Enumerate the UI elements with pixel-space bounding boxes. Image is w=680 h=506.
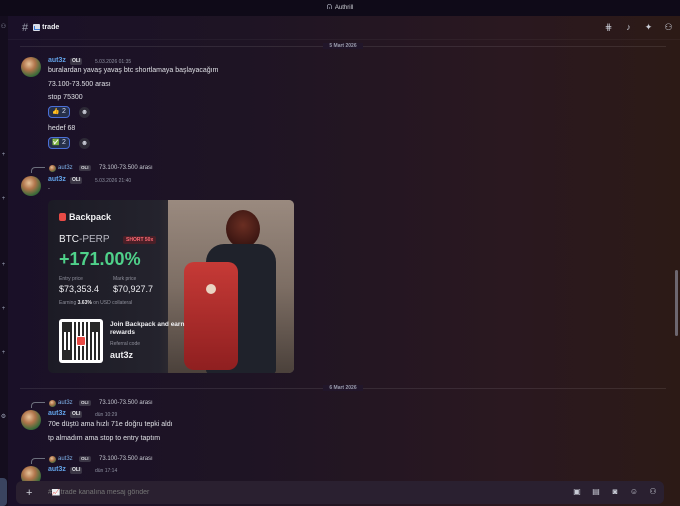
rail-plus-icon[interactable]: + [0, 152, 7, 159]
card-brand: Backpack [59, 212, 111, 222]
discord-window: ᕬ Authrill ⚇ + + + + + ⚙ # trade ⋕ ♪ ✦ ⚇… [0, 0, 680, 506]
reply-connector [31, 167, 45, 173]
message-author[interactable]: aut3z [48, 466, 66, 473]
backpack-logo-icon [59, 213, 66, 221]
mark-label: Mark price [113, 276, 137, 282]
avatar[interactable] [21, 57, 41, 77]
rail-plus-icon[interactable]: + [0, 196, 7, 203]
add-reaction-icon[interactable]: ☻ [79, 107, 90, 118]
join-text: Join Backpack and earn rewards [110, 321, 185, 336]
date-divider: 6 Mart 2026 [20, 384, 666, 392]
reaction-count: 2 [62, 139, 66, 146]
rail-plus-icon[interactable]: + [0, 350, 7, 357]
reply-author[interactable]: aut3z [58, 165, 73, 171]
members-icon[interactable]: ⚇ [663, 22, 674, 33]
reply-role-tag: OLI [79, 165, 91, 171]
message-author[interactable]: aut3z [48, 57, 66, 64]
message-timestamp: 5.03.2026 01:35 [95, 59, 132, 65]
bell-icon[interactable]: ♪ [623, 22, 634, 33]
reply-preview-text[interactable]: 73.100-73.500 arası [99, 400, 153, 406]
referral-label: Referral code [110, 341, 141, 347]
reply-role-tag: OLI [79, 400, 91, 406]
reaction-count: 2 [62, 108, 66, 115]
threads-icon[interactable]: ⋕ [603, 22, 614, 33]
sticker-icon[interactable]: ◙ [610, 487, 620, 497]
rail-plus-icon[interactable]: + [0, 306, 7, 313]
user-panel-edge[interactable] [0, 478, 7, 506]
qr-code [59, 319, 103, 363]
date-divider: 5 Mart 2026 [20, 42, 666, 50]
role-tag: OLI [70, 467, 83, 474]
reply-avatar [49, 165, 56, 172]
pnl-card-image[interactable]: Backpack BTC-PERP SHORT 50x +171.00% Ent… [48, 200, 294, 373]
reaction-check[interactable]: ✅ 2 [48, 137, 70, 149]
role-tag: OLI [70, 177, 83, 184]
message-timestamp: dün 17:14 [95, 468, 118, 474]
channel-header: # trade ⋕ ♪ ✦ ⚇ [8, 16, 680, 40]
reply-author[interactable]: aut3z [58, 400, 73, 406]
earning-text: Earning 3.63% on USD collateral [59, 300, 133, 306]
message-text: stop 75300 [48, 94, 83, 101]
attach-plus-icon[interactable]: + [26, 487, 40, 499]
composer-toolbar: ▣ ▤ ◙ ☺ ⚇ [572, 487, 658, 497]
scrollbar[interactable] [675, 270, 678, 336]
mark-value: $70,927.7 [113, 284, 154, 294]
gift-icon[interactable]: ▣ [572, 487, 582, 497]
thumbs-up-icon: 👍 [52, 109, 60, 115]
card-pnl: +171.00% [59, 249, 141, 269]
message-timestamp: dün 10:29 [95, 412, 118, 418]
avatar[interactable] [21, 176, 41, 196]
entry-label: Entry price [59, 276, 83, 282]
chart-icon [33, 24, 41, 31]
header-toolbar: ⋕ ♪ ✦ ⚇ [603, 22, 674, 33]
entry-value: $73,353.4 [59, 284, 100, 294]
add-friend-icon[interactable]: ⚇ [0, 24, 7, 31]
card-pair: BTC-PERP [59, 234, 110, 245]
hash-icon: # [22, 21, 29, 34]
message-text: hedef 68 [48, 125, 76, 132]
message-timestamp: 5.03.2026 21:40 [95, 178, 132, 184]
message-text: . [48, 184, 50, 191]
card-photo [168, 200, 294, 373]
emoji-icon[interactable]: ☺ [629, 487, 639, 497]
message-list[interactable]: 5 Mart 2026 aut3z OLI 5.03.2026 01:35 bu… [8, 40, 670, 486]
message-text: buralardan yavaş yavaş btc shortlamaya b… [48, 67, 219, 74]
message-author[interactable]: aut3z [48, 410, 66, 417]
add-reaction-icon[interactable]: ☻ [79, 138, 90, 149]
reply-role-tag: OLI [79, 456, 91, 462]
reaction-thumbs-up[interactable]: 👍 2 [48, 106, 70, 118]
message-input[interactable] [48, 489, 348, 496]
settings-icon[interactable]: ⚙ [0, 414, 7, 421]
reply-connector [31, 458, 45, 464]
reply-author[interactable]: aut3z [58, 456, 73, 462]
card-side-badge: SHORT 50x [123, 236, 157, 244]
message-composer: + ▣ ▤ ◙ ☺ ⚇ [16, 481, 664, 504]
title-bar: ᕬ Authrill [0, 0, 680, 16]
role-tag: OLI [70, 411, 83, 418]
window-title: Authrill [334, 5, 354, 11]
message-text: 70e düştü ama hızlı 71e doğru tepki aldı [48, 421, 173, 428]
referral-code: aut3z [110, 350, 134, 360]
avatar[interactable] [21, 410, 41, 430]
reply-preview-text[interactable]: 73.100-73.500 arası [99, 456, 153, 462]
reply-avatar [49, 456, 56, 463]
channel-name: trade [42, 24, 60, 31]
server-rail: ⚇ + + + + + ⚙ [0, 16, 8, 506]
reply-connector [31, 402, 45, 408]
gif-icon[interactable]: ▤ [591, 487, 601, 497]
apps-icon[interactable]: ⚇ [648, 487, 658, 497]
role-tag: OLI [70, 58, 83, 65]
reply-preview-text[interactable]: 73.100-73.500 arası [99, 165, 153, 171]
rail-plus-icon[interactable]: + [0, 262, 7, 269]
reply-avatar [49, 400, 56, 407]
message-text: 73.100-73.500 arası [48, 81, 111, 88]
message-author[interactable]: aut3z [48, 176, 66, 183]
pin-icon[interactable]: ✦ [643, 22, 654, 33]
message-text: tp almadım ama stop to entry taptım [48, 435, 161, 442]
check-icon: ✅ [52, 140, 60, 146]
app-logo-icon: ᕬ [326, 4, 332, 11]
